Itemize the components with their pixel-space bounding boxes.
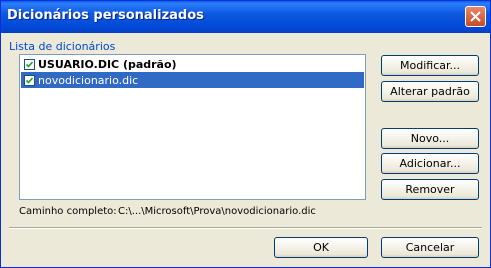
checkmark-icon — [25, 76, 34, 84]
full-path-label: Caminho completo: — [19, 206, 117, 217]
new-button[interactable]: Novo... — [381, 128, 479, 149]
full-path-value: C:\...\Microsoft\Prova\novodicionario.di… — [118, 206, 316, 217]
checkbox-novodicionario[interactable] — [24, 74, 35, 86]
ok-button[interactable]: OK — [274, 237, 368, 258]
checkbox-usuario[interactable] — [24, 58, 35, 70]
list-item-label: USUARIO.DIC (padrão) — [38, 57, 177, 71]
window-title: Dicionários personalizados — [7, 8, 204, 23]
add-button[interactable]: Adicionar... — [381, 153, 479, 174]
dialog-window: Dicionários personalizados Lista de dici… — [0, 0, 491, 268]
dictionary-list-label: Lista de dicionários — [9, 40, 116, 53]
close-icon — [470, 11, 481, 22]
list-item-label: novodicionario.dic — [38, 73, 139, 87]
modify-button[interactable]: Modificar... — [381, 55, 479, 76]
title-bar[interactable]: Dicionários personalizados — [1, 1, 490, 33]
divider — [9, 227, 482, 229]
set-default-button[interactable]: Alterar padrão — [381, 81, 479, 102]
list-item-novodicionario[interactable]: novodicionario.dic — [21, 72, 364, 88]
checkmark-icon — [25, 60, 34, 68]
dictionary-list[interactable]: USUARIO.DIC (padrão) novodicionario.dic — [19, 54, 366, 200]
list-item-usuario[interactable]: USUARIO.DIC (padrão) — [21, 56, 364, 72]
cancel-button[interactable]: Cancelar — [381, 237, 479, 258]
remove-button[interactable]: Remover — [381, 179, 479, 200]
close-button[interactable] — [465, 6, 486, 27]
